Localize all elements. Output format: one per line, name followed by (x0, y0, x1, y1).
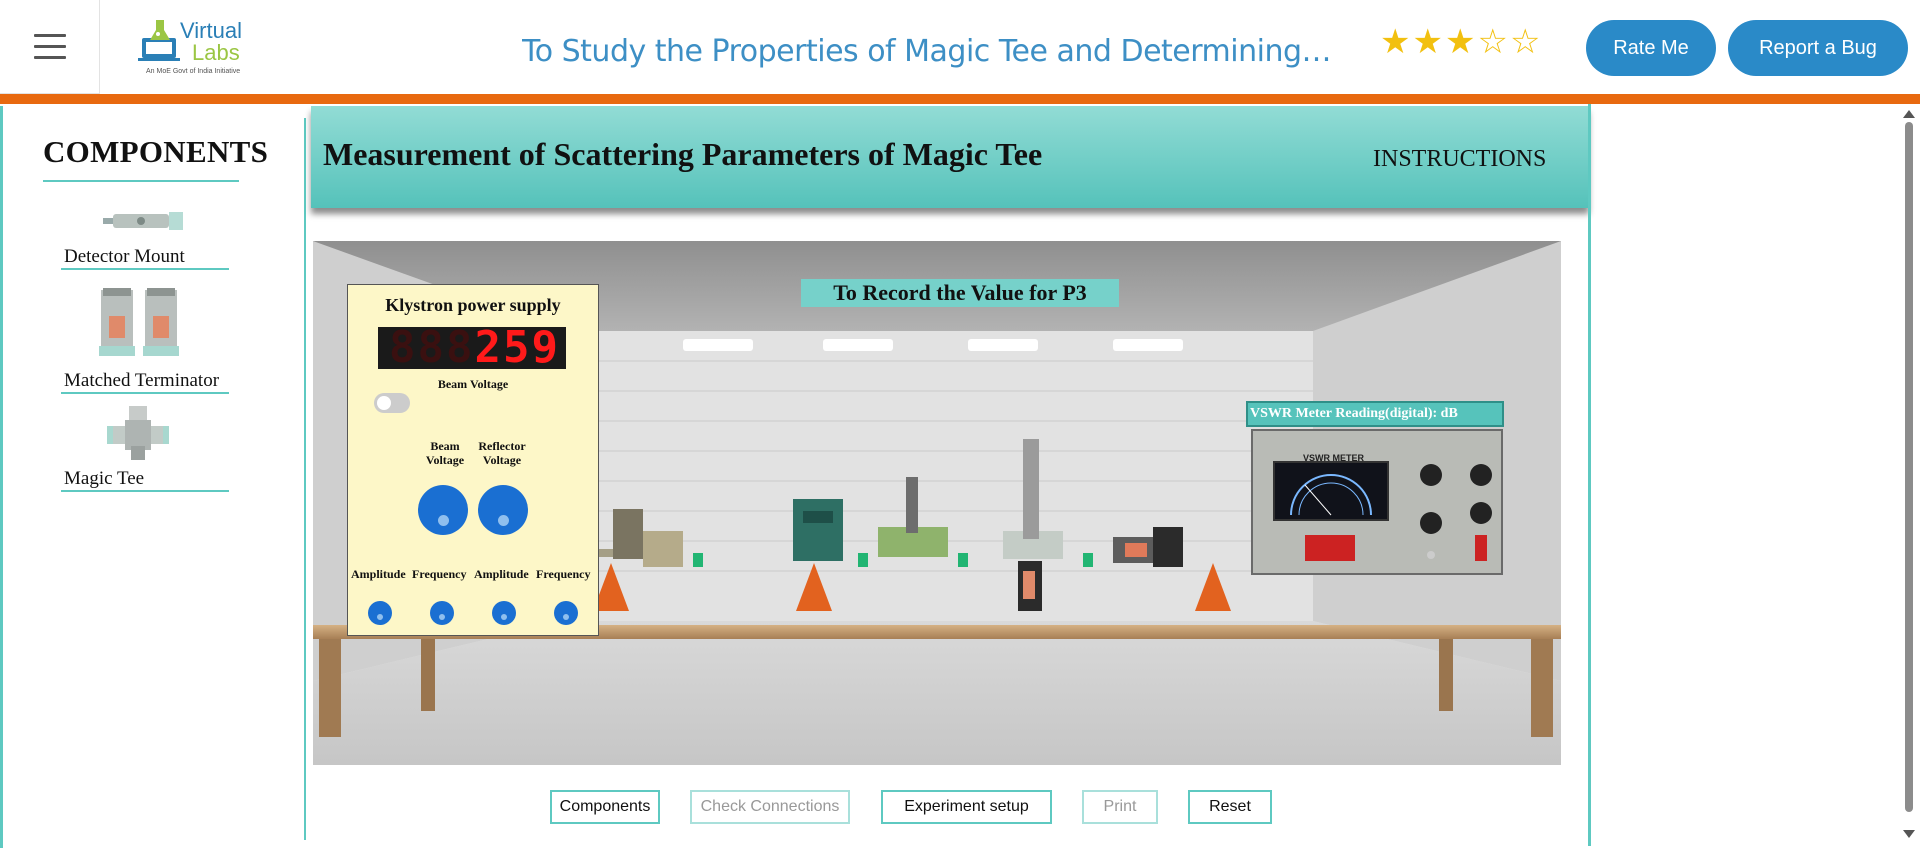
experiment-setup-button[interactable]: Experiment setup (881, 790, 1052, 824)
reset-button[interactable]: Reset (1188, 790, 1272, 824)
knob-label-reflector-voltage: Reflector Voltage (472, 439, 532, 467)
virtual-labs-logo[interactable]: Virtual Labs An MoE Govt of India Initia… (138, 14, 250, 78)
display-ghost-digits: 888 (389, 322, 475, 373)
star-empty-icon[interactable]: ☆ (1510, 22, 1540, 62)
knob-label-line: Voltage (425, 453, 465, 467)
amplitude-knob[interactable] (368, 601, 392, 625)
power-toggle-switch[interactable] (374, 393, 410, 413)
logo-icon (138, 20, 180, 61)
component-magic-tee[interactable]: Magic Tee (61, 404, 229, 496)
vswr-reading-label: VSWR Meter Reading(digital): dB (1246, 401, 1504, 427)
item-underline (61, 490, 229, 492)
vswr-controls (1305, 464, 1492, 561)
beam-voltage-display: 888 259 (378, 322, 566, 373)
components-sidebar: COMPONENTS Detector Mount Matched Termin… (3, 106, 303, 846)
logo-text-labs: Labs (192, 40, 240, 65)
component-detector-mount[interactable]: Detector Mount (61, 206, 229, 270)
main-frame: COMPONENTS Detector Mount Matched Termin… (0, 104, 1920, 848)
amplitude-label: Amplitude (351, 567, 406, 581)
hamburger-menu-button[interactable] (0, 0, 100, 94)
scroll-up-icon[interactable] (1903, 110, 1915, 118)
item-underline (61, 392, 229, 394)
knob-label-line: Beam (430, 439, 460, 453)
sidebar-divider (304, 118, 306, 840)
knob-label-line: Reflector (478, 439, 526, 453)
menu-icon-line (33, 45, 66, 48)
amplitude-label: Amplitude (474, 567, 529, 581)
knob-label-line: Voltage (482, 453, 522, 467)
sidebar-item-label: Matched Terminator (64, 370, 220, 391)
klystron-power-supply: Klystron power supply 888 259 Beam Volta… (347, 284, 599, 636)
components-button[interactable]: Components (550, 790, 660, 824)
reflector-voltage-knob[interactable] (478, 485, 528, 535)
frequency-knob[interactable] (430, 601, 454, 625)
vswr-meter[interactable]: VSWR METER (1251, 429, 1503, 575)
instructions-link[interactable]: INSTRUCTIONS (1373, 146, 1546, 173)
lab-scene: To Record the Value for P3 Klystron powe… (313, 241, 1561, 765)
report-bug-button[interactable]: Report a Bug (1728, 20, 1908, 76)
vertical-scrollbar[interactable] (1898, 104, 1920, 846)
item-underline (61, 268, 229, 270)
star-filled-icon[interactable]: ★ (1380, 22, 1410, 62)
frame-right-border (1588, 104, 1591, 846)
display-value: 259 (474, 322, 560, 373)
components-heading: COMPONENTS (43, 134, 269, 169)
frequency-label: Frequency (412, 567, 467, 581)
heading-underline (43, 180, 239, 182)
header-accent-bar (0, 94, 1920, 104)
star-filled-icon[interactable]: ★ (1412, 22, 1442, 62)
logo-tagline: An MoE Govt of India Initiative (146, 68, 241, 75)
amplitude-knob[interactable] (492, 601, 516, 625)
magic-tee-image[interactable] (107, 406, 169, 460)
scroll-down-icon[interactable] (1903, 830, 1915, 838)
klystron-title: Klystron power supply (385, 295, 561, 315)
star-empty-icon[interactable]: ☆ (1477, 22, 1507, 62)
beam-voltage-knob[interactable] (418, 485, 468, 535)
sidebar-item-label: Detector Mount (64, 246, 185, 267)
logo-text-virtual: Virtual (180, 18, 242, 43)
print-button[interactable]: Print (1082, 790, 1158, 824)
detector-mount-image[interactable] (103, 210, 185, 232)
menu-icon-line (33, 56, 66, 59)
sidebar-item-label: Magic Tee (64, 468, 145, 489)
top-navbar: Virtual Labs An MoE Govt of India Initia… (0, 0, 1920, 96)
rating-stars[interactable]: ★ ★ ★ ☆ ☆ (1380, 22, 1540, 62)
component-matched-terminator[interactable]: Matched Terminator (61, 286, 229, 398)
beam-voltage-label: Beam Voltage (437, 377, 509, 391)
rate-me-button[interactable]: Rate Me (1586, 20, 1716, 76)
experiment-title-link[interactable]: To Study the Properties of Magic Tee and… (522, 34, 1336, 69)
menu-icon-line (33, 34, 66, 37)
experiment-heading: Measurement of Scattering Parameters of … (323, 136, 1043, 172)
scrollbar-thumb[interactable] (1905, 122, 1913, 812)
star-filled-icon[interactable]: ★ (1445, 22, 1475, 62)
check-connections-button[interactable]: Check Connections (690, 790, 850, 824)
experiment-banner: Measurement of Scattering Parameters of … (311, 106, 1589, 208)
knob-label-beam-voltage: Beam Voltage (420, 439, 470, 467)
frequency-knob[interactable] (554, 601, 578, 625)
step-label: To Record the Value for P3 (801, 279, 1119, 307)
matched-terminator-image[interactable] (99, 286, 181, 358)
frequency-label: Frequency (536, 567, 591, 581)
